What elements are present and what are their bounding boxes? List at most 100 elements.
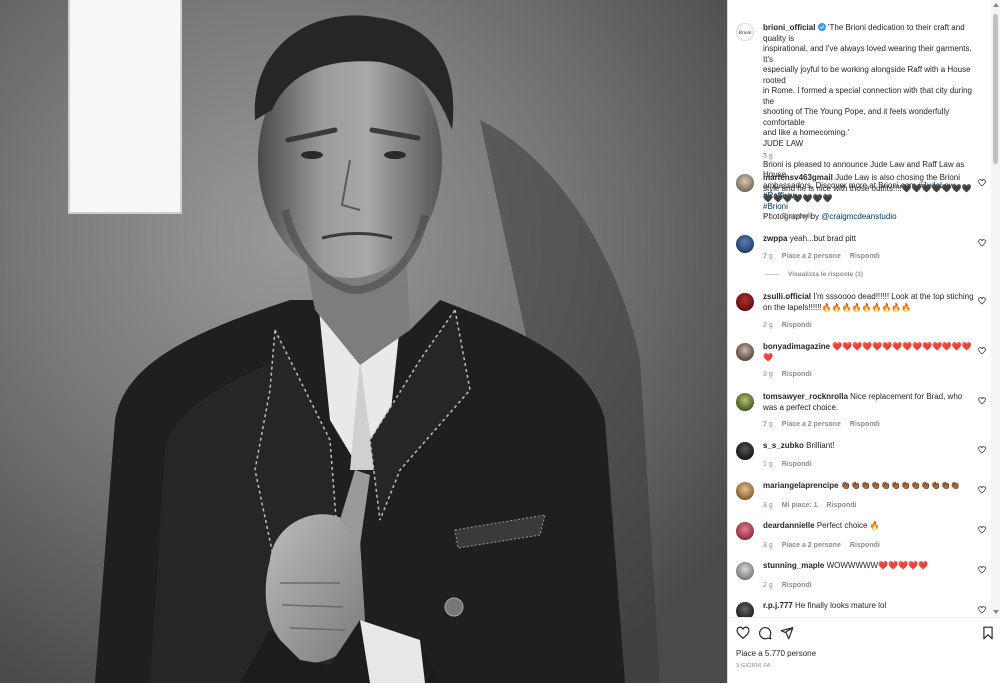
reply-button[interactable]: Rispondi — [782, 371, 812, 378]
caption-line: especially joyful to be working alongsid… — [763, 65, 971, 85]
scrollbar-thumb[interactable] — [993, 14, 998, 164]
avatar[interactable] — [736, 482, 754, 500]
author-username[interactable]: brioni_official — [763, 23, 815, 32]
comments-scroll-area[interactable]: Brioni brioni_official 'The Brioni dedic… — [728, 0, 992, 617]
comment-age: 3 g — [763, 502, 773, 509]
comment-username[interactable]: zwppa — [763, 234, 787, 243]
comment-age: 2 g — [763, 421, 773, 428]
comment-text: 👏🏾👏🏾👏🏾👏🏾👏🏾👏🏾👏🏾👏🏾👏🏾👏🏾👏🏾👏🏾 — [840, 481, 961, 490]
comment-username[interactable]: deardannielle — [763, 521, 815, 530]
comment-meta: 2 g Piace a 2 persone Rispondi — [763, 421, 889, 428]
heart-icon[interactable] — [978, 566, 986, 574]
avatar[interactable] — [736, 393, 754, 411]
comment-username[interactable]: r.p.j.777 — [763, 601, 793, 610]
comment-meta: 1 g Rispondi — [763, 213, 821, 220]
comment-meta: 3 g Rispondi — [763, 371, 821, 378]
avatar[interactable] — [736, 562, 754, 580]
reply-button[interactable]: Rispondi — [827, 502, 857, 509]
comment-meta: 3 g Piace a 2 persone Rispondi — [763, 542, 889, 549]
comment-text: WOWWWWW❤️❤️❤️❤️❤️ — [826, 561, 928, 570]
comment-username[interactable]: mariangelaprencipe — [763, 481, 839, 490]
comment-likes[interactable]: Piace a 2 persone — [782, 421, 841, 428]
avatar[interactable] — [736, 442, 754, 460]
comment-meta: 2 g Rispondi — [763, 322, 821, 329]
avatar[interactable] — [736, 602, 754, 617]
heart-icon[interactable] — [978, 239, 986, 247]
avatar[interactable] — [736, 293, 754, 311]
reply-button[interactable]: Rispondi — [782, 461, 812, 468]
heart-icon[interactable] — [978, 606, 986, 614]
scroll-up-arrow[interactable] — [993, 3, 999, 7]
comment-username[interactable]: zsulli.official — [763, 292, 811, 301]
bookmark-icon[interactable] — [982, 626, 994, 640]
comment-text: Perfect choice 🔥 — [816, 521, 880, 530]
comment-username[interactable]: tomsawyer_rocknrolla — [763, 392, 848, 401]
svg-text:Brioni: Brioni — [739, 31, 752, 36]
scroll-down-arrow[interactable] — [993, 610, 999, 614]
divider — [765, 273, 779, 275]
comment-text: He finally looks mature lol — [795, 601, 887, 610]
heart-icon[interactable] — [978, 446, 986, 454]
comment-body: stunning_maple WOWWWWW❤️❤️❤️❤️❤️ — [763, 561, 978, 572]
heart-icon[interactable] — [978, 297, 986, 305]
comment-body: tomsawyer_rocknrolla Nice replacement fo… — [763, 392, 978, 413]
comment-text: Brilliant! — [806, 441, 835, 450]
post-photo[interactable] — [0, 0, 727, 683]
share-icon[interactable] — [780, 626, 794, 640]
comment-likes[interactable]: Mi piace: 1 — [782, 502, 818, 509]
author-avatar[interactable]: Brioni — [736, 23, 754, 41]
caption-line: inspirational, and I've always loved wea… — [763, 44, 972, 64]
comment-meta: 2 g Rispondi — [763, 582, 821, 589]
verified-badge-icon — [817, 23, 826, 31]
heart-icon[interactable] — [978, 179, 986, 187]
caption-line: JUDE LAW — [763, 138, 804, 148]
brioni-logo-icon: Brioni — [739, 31, 752, 36]
comment-body: s_s_zubko Brilliant! — [763, 441, 978, 452]
comment-likes[interactable]: Piace a 2 persone — [782, 542, 841, 549]
comment-username[interactable]: bonyadimagazine — [763, 342, 830, 351]
scrollbar[interactable] — [991, 0, 1000, 617]
comment-body: bonyadimagazine ❤️❤️❤️❤️❤️❤️❤️❤️❤️❤️❤️❤️… — [763, 342, 978, 363]
avatar[interactable] — [736, 235, 754, 253]
heart-icon[interactable] — [978, 526, 986, 534]
avatar[interactable] — [736, 522, 754, 540]
comment-username[interactable]: martensv463gmail — [763, 173, 833, 182]
comment-age: 1 g — [763, 461, 773, 468]
comment-icon[interactable] — [758, 626, 772, 640]
post-actions-footer: Piace a 5.770 persone 3 GIORNI FA — [728, 617, 1000, 684]
photo-credit-link[interactable]: @craigmcdeanstudio — [821, 212, 896, 221]
avatar[interactable] — [736, 174, 754, 192]
caption-age: 3 g — [763, 153, 773, 160]
comment-age: 1 g — [763, 213, 773, 220]
comment-body: martensv463gmail Jude Law is also chosin… — [763, 173, 978, 205]
reply-button[interactable]: Rispondi — [782, 213, 812, 220]
comment-body: zsulli.official I'm sssoooo dead!!!!!! L… — [763, 292, 978, 313]
comment-likes[interactable]: Piace a 2 persone — [782, 253, 841, 260]
heart-icon[interactable] — [736, 626, 750, 640]
comment-body: deardannielle Perfect choice 🔥 — [763, 521, 978, 532]
comment-age: 3 g — [763, 542, 773, 549]
comment-username[interactable]: stunning_maple — [763, 561, 824, 570]
reply-button[interactable]: Rispondi — [782, 582, 812, 589]
comment-age: 2 g — [763, 322, 773, 329]
comment-body: r.p.j.777 He finally looks mature lol — [763, 601, 978, 612]
comment-meta: 1 g Rispondi — [763, 461, 821, 468]
likes-count[interactable]: Piace a 5.770 persone — [736, 649, 816, 658]
heart-icon[interactable] — [978, 397, 986, 405]
comment-age: 2 g — [763, 582, 773, 589]
heart-icon[interactable] — [978, 347, 986, 355]
comment-meta: 3 g Mi piace: 1 Rispondi — [763, 502, 865, 509]
view-replies-button[interactable]: Visualizza le risposte (1) — [765, 271, 863, 278]
reply-button[interactable]: Rispondi — [850, 253, 880, 260]
comment-age: 2 g — [763, 253, 773, 260]
heart-icon[interactable] — [978, 486, 986, 494]
caption-line: in Rome. I formed a special connection w… — [763, 86, 972, 106]
avatar[interactable] — [736, 343, 754, 361]
reply-button[interactable]: Rispondi — [782, 322, 812, 329]
reply-button[interactable]: Rispondi — [850, 421, 880, 428]
comment-body: mariangelaprencipe 👏🏾👏🏾👏🏾👏🏾👏🏾👏🏾👏🏾👏🏾👏🏾👏🏾👏… — [763, 481, 978, 492]
reply-button[interactable]: Rispondi — [850, 542, 880, 549]
comment-username[interactable]: s_s_zubko — [763, 441, 804, 450]
post-sidebar: Brioni brioni_official 'The Brioni dedic… — [727, 0, 1000, 684]
comment-meta: 2 g Piace a 2 persone Rispondi — [763, 253, 889, 260]
